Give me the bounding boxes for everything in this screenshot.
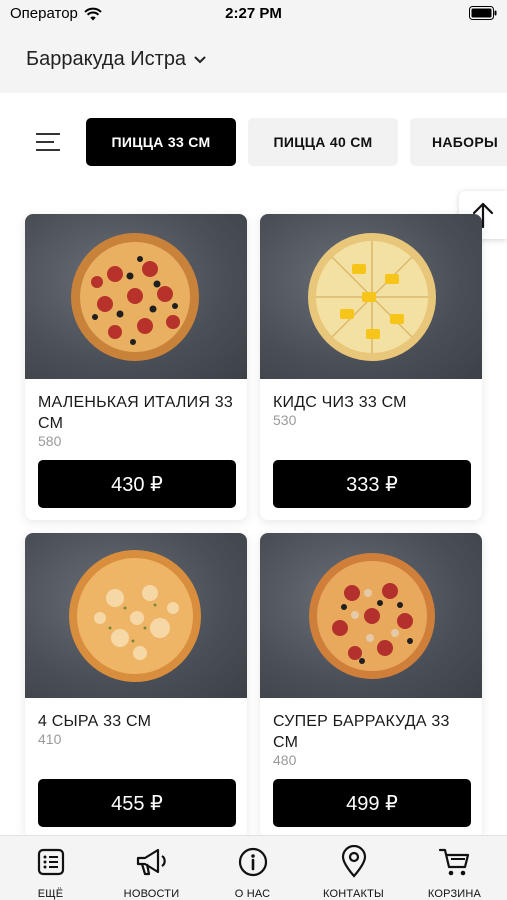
nav-label: НОВОСТИ	[123, 888, 180, 900]
product-card[interactable]: СУПЕР БАРРАКУДА 33 СМ 480 499 ₽	[260, 533, 482, 835]
price-button[interactable]: 430 ₽	[38, 460, 236, 508]
cheese-pineapple-pizza-image	[260, 214, 482, 379]
nav-label: КОНТАКТЫ	[323, 888, 384, 900]
nav-cart[interactable]: КОРЗИНА	[404, 836, 505, 900]
battery-icon	[469, 6, 497, 24]
product-weight: 410	[38, 731, 62, 747]
price-button[interactable]: 499 ₽	[273, 779, 471, 827]
nav-news[interactable]: НОВОСТИ	[101, 836, 202, 900]
list-icon	[33, 844, 69, 880]
tab-sets[interactable]: НАБОРЫ	[410, 118, 507, 166]
store-name: Барракуда Истра	[26, 48, 187, 70]
tab-label: НАБОРЫ	[431, 134, 499, 150]
chevron-down-icon	[194, 56, 206, 63]
nav-label: КОРЗИНА	[427, 888, 482, 900]
cart-icon	[437, 844, 473, 880]
info-icon	[235, 844, 271, 880]
nav-about[interactable]: О НАС	[202, 836, 303, 900]
product-card[interactable]: 4 СЫРА 33 СМ 410 455 ₽	[25, 533, 247, 835]
status-bar: Оператор 2:27 PM	[0, 0, 507, 30]
product-name: СУПЕР БАРРАКУДА 33 СМ	[273, 713, 450, 751]
tab-pizza-40[interactable]: ПИЦЦА 40 СМ	[248, 118, 398, 166]
hamburger-icon	[36, 133, 60, 151]
menu-button[interactable]	[36, 132, 62, 152]
product-name: КИДС ЧИЗ 33 СМ	[273, 394, 407, 411]
product-weight: 580	[38, 433, 62, 449]
nav-label: О НАС	[234, 888, 271, 900]
product-weight: 480	[273, 752, 297, 768]
product-name: 4 СЫРА 33 СМ	[38, 713, 152, 730]
tab-label: ПИЦЦА 33 СМ	[111, 134, 211, 150]
pepperoni-olive-pizza-image	[25, 214, 247, 379]
category-tabs: ПИЦЦА 33 СМ ПИЦЦА 40 СМ НАБОРЫ	[0, 118, 507, 166]
product-weight: 530	[273, 412, 297, 428]
supreme-pizza-image	[260, 533, 482, 698]
store-selector[interactable]: Барракуда Истра	[26, 48, 206, 71]
product-card[interactable]: МАЛЕНЬКАЯ ИТАЛИЯ 33 СМ 580 430 ₽	[25, 214, 247, 520]
tab-pizza-33[interactable]: ПИЦЦА 33 СМ	[86, 118, 236, 166]
header: Барракуда Истра	[0, 30, 507, 93]
location-pin-icon	[336, 844, 372, 880]
tab-label: ПИЦЦА 40 СМ	[273, 134, 373, 150]
main-content: ПИЦЦА 33 СМ ПИЦЦА 40 СМ НАБОРЫ МАЛЕНЬКАЯ…	[0, 93, 507, 835]
four-cheese-pizza-image	[25, 533, 247, 698]
nav-more[interactable]: ЕЩЁ	[0, 836, 101, 900]
clock: 2:27 PM	[225, 5, 282, 22]
product-name: МАЛЕНЬКАЯ ИТАЛИЯ 33 СМ	[38, 394, 233, 432]
product-card[interactable]: КИДС ЧИЗ 33 СМ 530 333 ₽	[260, 214, 482, 520]
nav-label: ЕЩЁ	[37, 888, 64, 900]
price-button[interactable]: 333 ₽	[273, 460, 471, 508]
megaphone-icon	[134, 844, 170, 880]
bottom-nav: ЕЩЁ НОВОСТИ О НАС КОНТАКТЫ КОРЗИНА	[0, 835, 507, 900]
price-button[interactable]: 455 ₽	[38, 779, 236, 827]
nav-contacts[interactable]: КОНТАКТЫ	[303, 836, 404, 900]
